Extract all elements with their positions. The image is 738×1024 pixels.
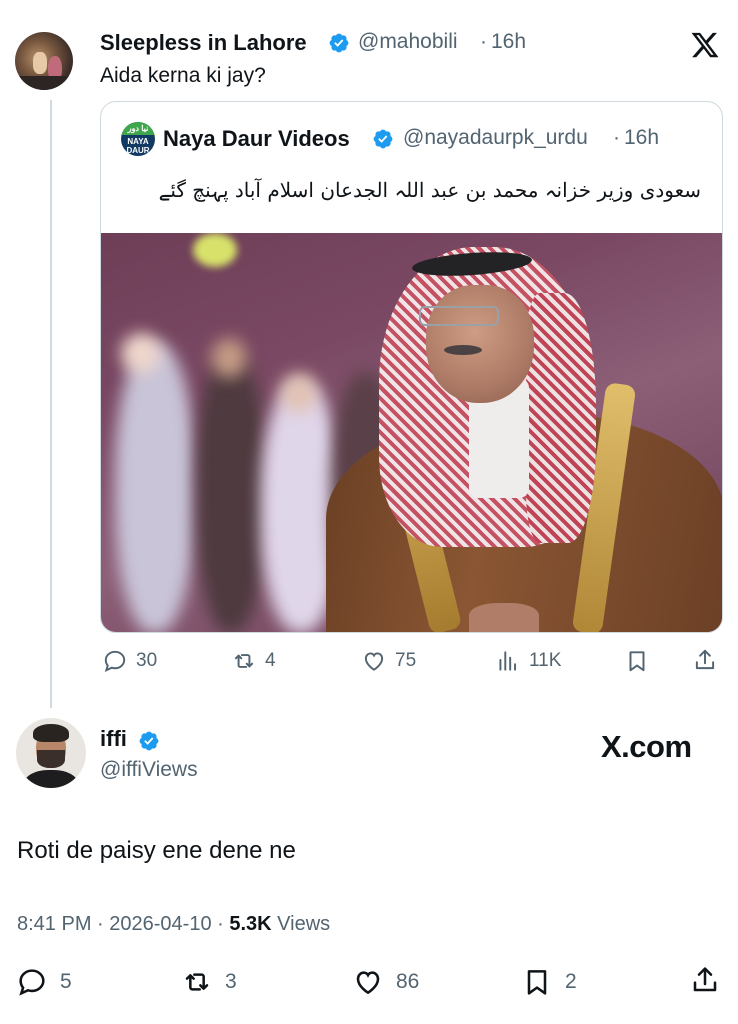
quote-photo[interactable]: [101, 233, 722, 632]
bookmark-button[interactable]: 2: [521, 966, 577, 998]
repost-count: 3: [225, 970, 237, 993]
quote-author-name[interactable]: Naya Daur Videos: [163, 126, 350, 152]
verified-badge-icon: [372, 128, 394, 150]
repost-icon: [234, 654, 254, 668]
views-button[interactable]: 11K: [495, 648, 561, 674]
background-light: [193, 233, 237, 267]
repost-count: 4: [265, 650, 276, 671]
repost-button[interactable]: 4: [231, 648, 276, 674]
reply-icon: [104, 650, 126, 672]
quote-handle[interactable]: @nayadaurpk_urdu: [403, 126, 588, 150]
tweet1-time[interactable]: 16h: [491, 30, 526, 54]
background-figure-head: [281, 373, 317, 413]
like-button[interactable]: 86: [352, 966, 419, 998]
bookmark-count: 2: [565, 970, 577, 993]
thread-connector-line: [50, 100, 52, 708]
reply-button[interactable]: 30: [102, 648, 157, 674]
man-mustache: [444, 345, 482, 355]
bookmark-icon: [629, 651, 645, 672]
repost-button[interactable]: 3: [181, 966, 237, 998]
like-icon: [364, 652, 384, 671]
tweet2-author-name[interactable]: iffi: [100, 726, 127, 752]
views-count: 11K: [529, 650, 562, 671]
like-icon: [356, 971, 380, 995]
quoted-tweet-card[interactable]: نیا دور NAYA DAUR Naya Daur Videos @naya…: [100, 101, 723, 633]
x-com-brand: X.com: [601, 729, 692, 764]
like-count: 75: [395, 650, 417, 671]
reply-count: 5: [60, 970, 72, 993]
bookmark-button[interactable]: [624, 648, 650, 674]
avatar-iffi[interactable]: [16, 718, 86, 788]
x-logo-icon[interactable]: [690, 30, 720, 60]
avatar-sleepless-in-lahore[interactable]: [15, 32, 73, 90]
separator-dot: ·: [480, 30, 487, 53]
verified-badge-icon: [138, 730, 160, 752]
share-button[interactable]: [689, 964, 721, 996]
reply-count: 30: [136, 650, 158, 671]
background-figure: [115, 343, 195, 632]
bookmark-icon: [527, 970, 547, 995]
repost-icon: [185, 973, 209, 991]
tweet1-text: Aida kerna ki jay?: [100, 64, 266, 87]
reply-icon: [19, 969, 45, 996]
views-icon: [499, 651, 517, 671]
background-figure: [196, 353, 266, 632]
tweet2-text: Roti de paisy ene dene ne: [17, 837, 296, 864]
avatar-logo-text: NAYA DAUR: [126, 137, 150, 155]
reply-button[interactable]: 5: [16, 966, 72, 998]
quote-time[interactable]: 16h: [624, 126, 659, 150]
tweet1-handle[interactable]: @mahobili: [358, 30, 458, 54]
tweet1-author-name[interactable]: Sleepless in Lahore: [100, 30, 307, 56]
avatar-naya-daur[interactable]: نیا دور NAYA DAUR: [121, 122, 155, 156]
like-button[interactable]: 75: [361, 648, 416, 674]
man-glasses: [419, 306, 499, 326]
quote-text: سعودی وزیر خزانہ محمد بن عبد اللہ الجدعا…: [158, 178, 701, 202]
avatar-logo-top: نیا دور: [121, 122, 155, 135]
background-figure-head: [211, 338, 247, 378]
tweet2-views-count: 5.3K: [229, 913, 272, 935]
separator-dot: ·: [613, 126, 620, 149]
tweet2-views-label: Views: [271, 913, 331, 935]
man-face: [426, 285, 534, 403]
share-icon: [695, 649, 715, 670]
background-figure-head: [121, 333, 161, 373]
share-button[interactable]: [692, 647, 718, 673]
tweet2-timestamp[interactable]: 8:41 PM · 2026-04-10 ·: [17, 913, 229, 935]
share-icon: [693, 967, 717, 992]
tweet2-meta: 8:41 PM · 2026-04-10 · 5.3K Views: [17, 913, 330, 936]
tweet2-handle[interactable]: @iffiViews: [100, 758, 198, 782]
man-headdress-drape: [526, 293, 596, 543]
man-hand: [469, 603, 539, 632]
verified-badge-icon: [328, 32, 350, 54]
like-count: 86: [396, 970, 420, 993]
